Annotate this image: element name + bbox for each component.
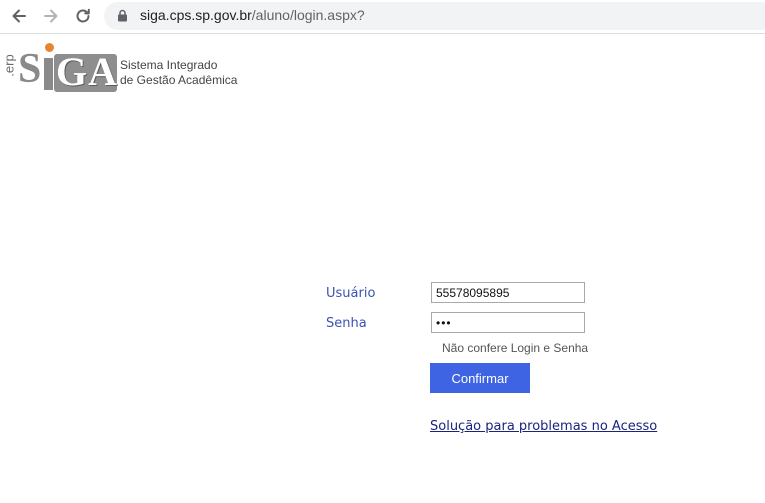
password-label: Senha	[326, 316, 367, 331]
logo-ga-letters: GA	[56, 49, 118, 94]
browser-toolbar: siga.cps.sp.gov.br/aluno/login.aspx?	[0, 0, 765, 34]
arrow-right-icon	[44, 9, 58, 23]
logo-tagline-line2: de Gestão Acadêmica	[120, 73, 238, 87]
login-error-message: Não confere Login e Senha	[442, 341, 589, 355]
logo-dot	[45, 43, 54, 52]
password-input[interactable]: •••	[431, 312, 585, 333]
lock-icon	[118, 9, 127, 22]
confirm-button[interactable]: Confirmar	[430, 363, 530, 393]
user-label: Usuário	[326, 286, 376, 301]
url-text: siga.cps.sp.gov.br/aluno/login.aspx?	[140, 7, 365, 23]
url-path: /aluno/login.aspx?	[251, 7, 365, 23]
user-input[interactable]: 55578095895	[431, 282, 585, 303]
logo-i-bar	[44, 58, 53, 90]
access-help-link[interactable]: Solução para problemas no Acesso	[430, 419, 657, 434]
address-bar[interactable]: siga.cps.sp.gov.br/aluno/login.aspx?	[104, 2, 765, 30]
back-button[interactable]	[6, 4, 32, 28]
logo-erp-text: .erp	[1, 54, 17, 77]
url-host: siga.cps.sp.gov.br	[140, 7, 252, 23]
logo-tagline-line1: Sistema Integrado	[120, 58, 218, 72]
logo-s-letter: S	[18, 46, 42, 92]
forward-button[interactable]	[38, 4, 64, 28]
arrow-left-icon	[12, 9, 26, 23]
reload-icon	[76, 8, 90, 23]
reload-button[interactable]	[70, 4, 96, 28]
siga-logo: .erp S GA Sistema Integrado de Gestão Ac…	[1, 42, 244, 94]
logo-tagline: Sistema Integrado de Gestão Acadêmica	[120, 58, 237, 88]
